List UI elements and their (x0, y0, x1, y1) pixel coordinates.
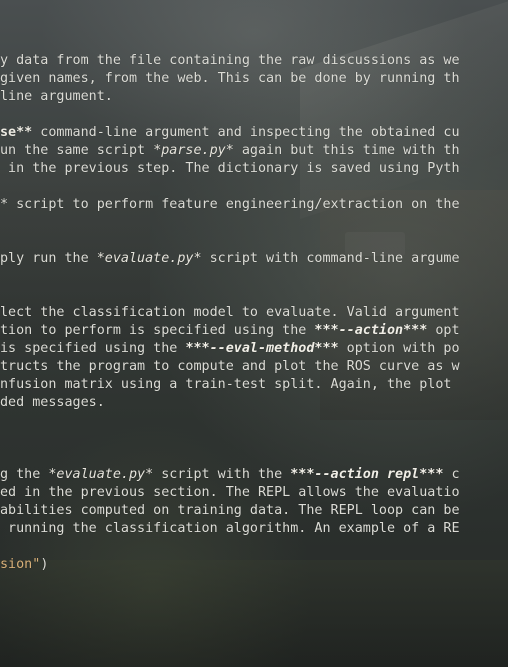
code-text-span: *evaluate.py* (96, 251, 202, 266)
code-text-span: script with command-line argume (201, 251, 460, 266)
code-text-span: sion" (0, 557, 41, 572)
code-line: g the *evaluate.py* script with the ***-… (0, 466, 460, 484)
code-text-span: opt (427, 323, 460, 338)
code-text-span: lect the classification model to evaluat… (0, 305, 460, 320)
code-text-span: ***--action*** (314, 323, 428, 338)
code-line: nfusion matrix using a train-test split.… (0, 376, 460, 394)
code-line: un the same script *parse.py* again but … (0, 142, 460, 160)
code-text-span: script with the (153, 467, 291, 482)
code-text-span: given names, from the web. This can be d… (0, 71, 460, 86)
code-text-span: again but this time with th (233, 143, 460, 158)
code-text-span: un the same script (0, 143, 154, 158)
code-line: given names, from the web. This can be d… (0, 70, 460, 88)
code-line: tion to perform is specified using the *… (0, 322, 460, 340)
code-text-span: option with po (338, 341, 460, 356)
code-text-span: ply run the (0, 251, 97, 266)
code-text-span: g the (0, 467, 49, 482)
code-text-span: in the previous step. The dictionary is … (0, 161, 460, 176)
code-text-span: ***--eval-method*** (185, 341, 339, 356)
code-line: sion") (0, 556, 460, 574)
code-line: se** command-line argument and inspectin… (0, 124, 460, 142)
code-text-span: abilities computed on training data. The… (0, 503, 460, 518)
code-text-span: tion to perform is specified using the (0, 323, 315, 338)
code-line: line argument. (0, 88, 460, 106)
code-text-span: * script to perform feature engineering/… (0, 197, 460, 212)
code-text-span: ***--action repl*** (290, 467, 444, 482)
code-text-span: is specified using the (0, 341, 186, 356)
code-text-span: *parse.py* (153, 143, 234, 158)
code-text-span: ) (40, 557, 49, 572)
code-text-span: y data from the file containing the raw … (0, 53, 460, 68)
code-line: * script to perform feature engineering/… (0, 196, 460, 214)
code-text-span: ded messages. (0, 395, 105, 410)
code-text-span: command-line argument and inspecting the… (32, 125, 460, 140)
code-line: abilities computed on training data. The… (0, 502, 460, 520)
background-wallpaper-grass (0, 560, 508, 667)
code-text-span: running the classification algorithm. An… (0, 521, 460, 536)
code-line: ed in the previous section. The REPL all… (0, 484, 460, 502)
code-line: tructs the program to compute and plot t… (0, 358, 460, 376)
code-text-span: tructs the program to compute and plot t… (0, 359, 460, 374)
code-text-span: line argument. (0, 89, 113, 104)
code-text-area[interactable]: y data from the file containing the raw … (0, 52, 460, 574)
code-line: ply run the *evaluate.py* script with co… (0, 250, 460, 268)
code-line: in the previous step. The dictionary is … (0, 160, 460, 178)
code-text-span: se** (0, 125, 33, 140)
code-text-span: nfusion matrix using a train-test split.… (0, 377, 452, 392)
code-line: is specified using the ***--eval-method*… (0, 340, 460, 358)
code-line: running the classification algorithm. An… (0, 520, 460, 538)
code-line: y data from the file containing the raw … (0, 52, 460, 70)
editor-window[interactable]: y data from the file containing the raw … (0, 0, 508, 667)
code-line: lect the classification model to evaluat… (0, 304, 460, 322)
code-line: ded messages. (0, 394, 460, 412)
code-text-span: ed in the previous section. The REPL all… (0, 485, 460, 500)
code-text-span: *evaluate.py* (48, 467, 154, 482)
code-text-span: c (443, 467, 460, 482)
